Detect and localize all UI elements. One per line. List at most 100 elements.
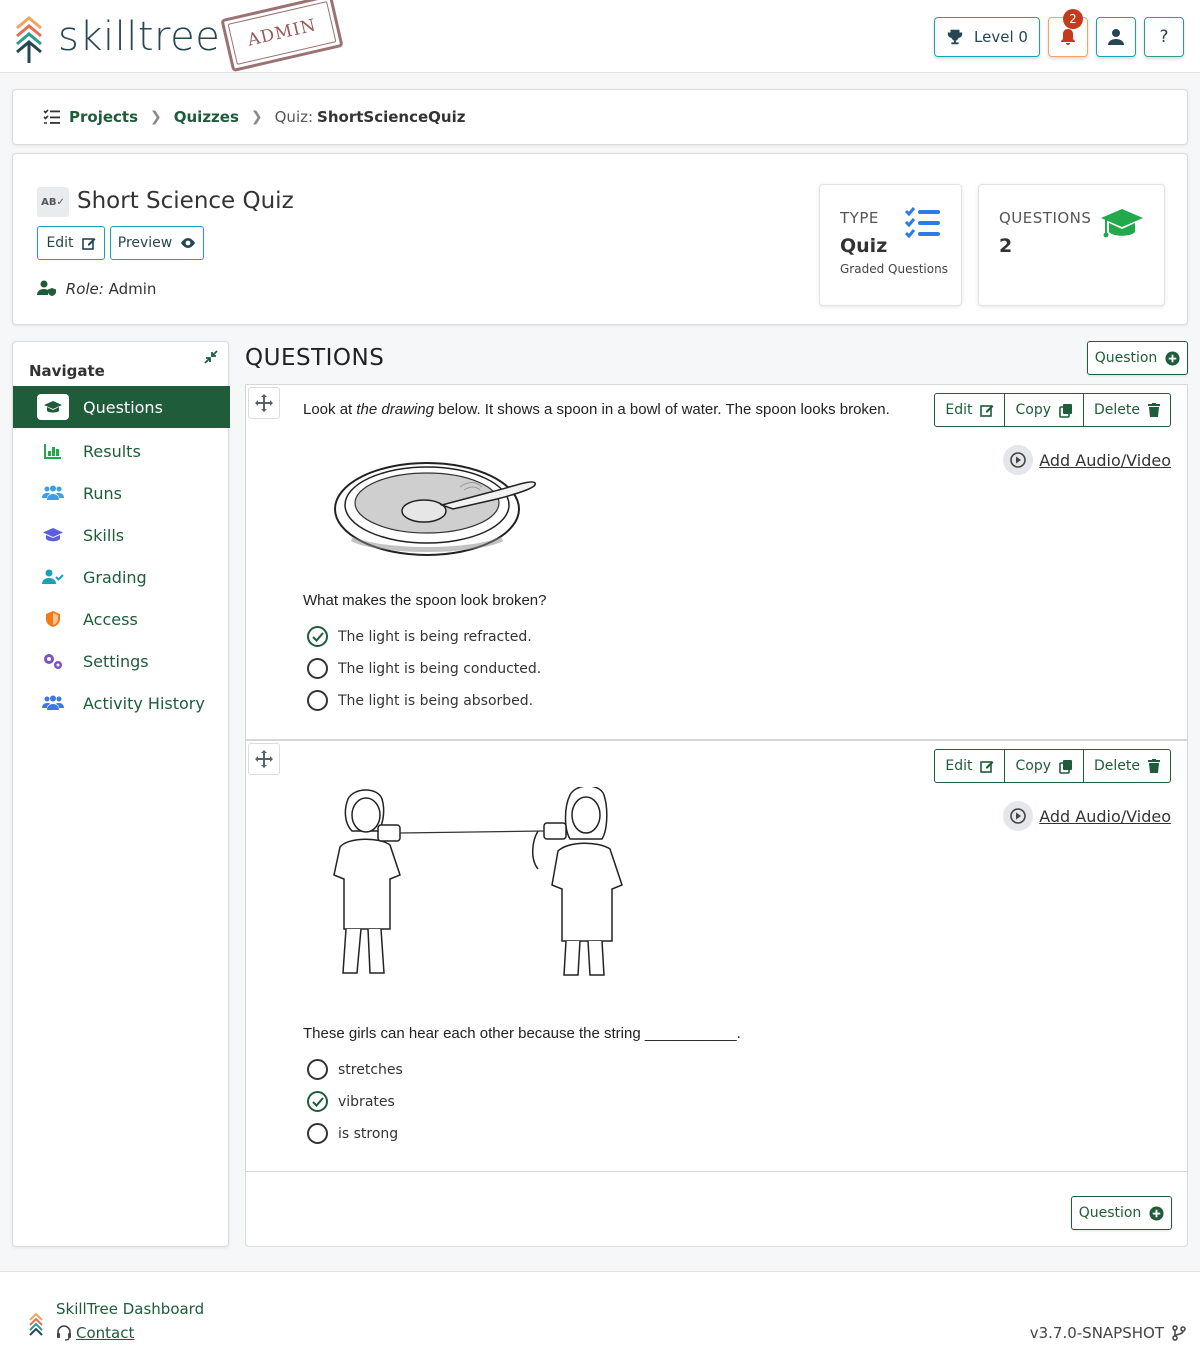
bell-icon	[1061, 29, 1075, 45]
graduation-cap-icon	[1101, 209, 1143, 238]
preview-quiz-label: Preview	[117, 235, 173, 251]
nav-item-runs[interactable]: Runs	[13, 472, 230, 514]
skilltree-logo-icon	[16, 16, 42, 63]
edit-question-button[interactable]: Edit	[935, 394, 1006, 426]
nav-label-runs: Runs	[83, 483, 123, 503]
edit-quiz-label: Edit	[46, 235, 74, 251]
notifications-button[interactable]: 2	[1048, 9, 1088, 57]
edit-question-button[interactable]: Edit	[935, 750, 1006, 782]
eye-icon	[181, 238, 196, 248]
questions-panel: QUESTIONS Question Edit Copy Delete Add …	[245, 341, 1188, 1247]
breadcrumb-quizzes[interactable]: Quizzes	[174, 108, 239, 126]
user-shield-icon	[37, 280, 56, 296]
delete-question-button[interactable]: Delete	[1084, 750, 1170, 782]
trophy-icon	[947, 29, 963, 45]
version-label: v3.7.0-SNAPSHOT	[1029, 1324, 1164, 1342]
spoon-in-bowl-image	[334, 462, 536, 556]
circle-icon	[307, 1059, 328, 1080]
user-check-icon	[37, 569, 69, 585]
copy-question-button[interactable]: Copy	[1005, 750, 1084, 782]
answer-option: is strong	[307, 1123, 398, 1144]
chevron-right-icon: ❯	[150, 109, 162, 125]
circle-icon	[307, 658, 328, 679]
play-circle-icon	[1003, 801, 1034, 831]
plus-circle-icon	[1149, 1205, 1164, 1221]
help-button[interactable]: ?	[1144, 17, 1184, 57]
question-card: Edit Copy Delete Add Audio/Video Look at…	[245, 384, 1188, 740]
copy-icon	[1059, 403, 1072, 418]
nav-item-results[interactable]: Results	[13, 430, 230, 472]
preview-quiz-button[interactable]: Preview	[110, 226, 204, 260]
question-actions: Edit Copy Delete	[934, 749, 1171, 783]
breadcrumb: Projects ❯ Quizzes ❯ Quiz: ShortScienceQ…	[12, 89, 1188, 145]
collapse-icon[interactable]	[204, 350, 218, 364]
spellcheck-icon: AB ✓	[37, 187, 69, 217]
nav-title: Navigate	[29, 362, 105, 380]
nav-label-grading: Grading	[83, 567, 147, 587]
top-navbar: skilltree ADMIN Level 0 2 ?	[0, 0, 1200, 73]
add-audio-video-link[interactable]: Add Audio/Video	[1003, 801, 1171, 831]
drag-handle-icon[interactable]	[248, 743, 280, 775]
add-question-button-top[interactable]: Question	[1087, 341, 1188, 375]
user-icon	[1108, 29, 1124, 45]
answer-text: The light is being refracted.	[338, 628, 532, 645]
edit-icon	[980, 761, 994, 773]
list-check-icon	[905, 207, 940, 239]
nav-item-skills[interactable]: Skills	[13, 514, 230, 556]
edit-icon	[81, 238, 96, 250]
check-circle-icon	[307, 626, 328, 647]
user-menu-button[interactable]	[1096, 17, 1136, 57]
nav-item-activity-history[interactable]: Activity History	[13, 682, 230, 724]
level-button[interactable]: Level 0	[934, 17, 1040, 57]
copy-question-button[interactable]: Copy	[1005, 394, 1084, 426]
add-audio-video-link[interactable]: Add Audio/Video	[1003, 445, 1171, 475]
plus-circle-icon	[1165, 350, 1180, 366]
questions-stat-value: 2	[999, 235, 1013, 257]
nav-item-grading[interactable]: Grading	[13, 556, 230, 598]
list-check-icon	[43, 109, 60, 124]
breadcrumb-projects[interactable]: Projects	[69, 108, 138, 126]
trash-icon	[1148, 759, 1160, 773]
answer-option: The light is being refracted.	[307, 626, 532, 647]
code-branch-icon	[1172, 1325, 1186, 1341]
brand-name[interactable]: skilltree	[58, 14, 220, 60]
nav-label-activity-history: Activity History	[83, 693, 205, 713]
page-title: Short Science Quiz	[77, 188, 294, 214]
breadcrumb-current: ShortScienceQuiz	[317, 108, 466, 126]
nav-item-questions[interactable]: Questions	[13, 386, 230, 428]
users-icon	[37, 485, 69, 501]
skilltree-logo-icon	[29, 1312, 43, 1336]
admin-stamp: ADMIN	[220, 0, 344, 73]
side-navigation: Navigate Questions Results Runs Skills G…	[12, 341, 230, 1247]
question-text: What makes the spoon look broken?	[303, 592, 547, 609]
contact-label: Contact	[76, 1324, 135, 1342]
nav-item-access[interactable]: Access	[13, 598, 230, 640]
chevron-right-icon: ❯	[250, 109, 263, 125]
shield-icon	[37, 610, 69, 628]
graduation-cap-icon	[37, 527, 69, 543]
delete-question-button[interactable]: Delete	[1084, 394, 1170, 426]
questions-heading: QUESTIONS	[245, 345, 385, 371]
questions-stat-label: QUESTIONS	[999, 209, 1092, 227]
answer-text: is strong	[338, 1125, 399, 1142]
version-info: v3.7.0-SNAPSHOT	[1030, 1324, 1186, 1342]
play-circle-icon	[1003, 445, 1034, 475]
answer-text: vibrates	[338, 1093, 395, 1110]
add-question-label: Question	[1078, 1205, 1142, 1221]
nav-item-settings[interactable]: Settings	[13, 640, 230, 682]
drag-handle-icon[interactable]	[248, 387, 280, 419]
breadcrumb-current-prefix: Quiz:	[274, 108, 314, 126]
add-question-button-bottom[interactable]: Question	[1071, 1196, 1172, 1230]
notification-badge: 2	[1063, 9, 1083, 29]
type-stat-sub: Graded Questions	[840, 262, 948, 276]
question-text: These girls can hear each other because …	[303, 1025, 741, 1042]
edit-quiz-button[interactable]: Edit	[37, 226, 105, 260]
check-circle-icon	[307, 1091, 328, 1112]
trash-icon	[1148, 403, 1160, 417]
type-stat-label: TYPE	[840, 209, 879, 227]
quiz-header: AB ✓ Short Science Quiz Edit Preview Role…	[12, 153, 1188, 325]
question-intro: Look at the drawing below. It shows a sp…	[303, 401, 890, 418]
contact-link[interactable]: Contact	[56, 1324, 134, 1342]
question-card: Edit Copy Delete Add Audio/Video These g…	[245, 740, 1188, 1172]
answer-text: The light is being conducted.	[338, 660, 542, 677]
